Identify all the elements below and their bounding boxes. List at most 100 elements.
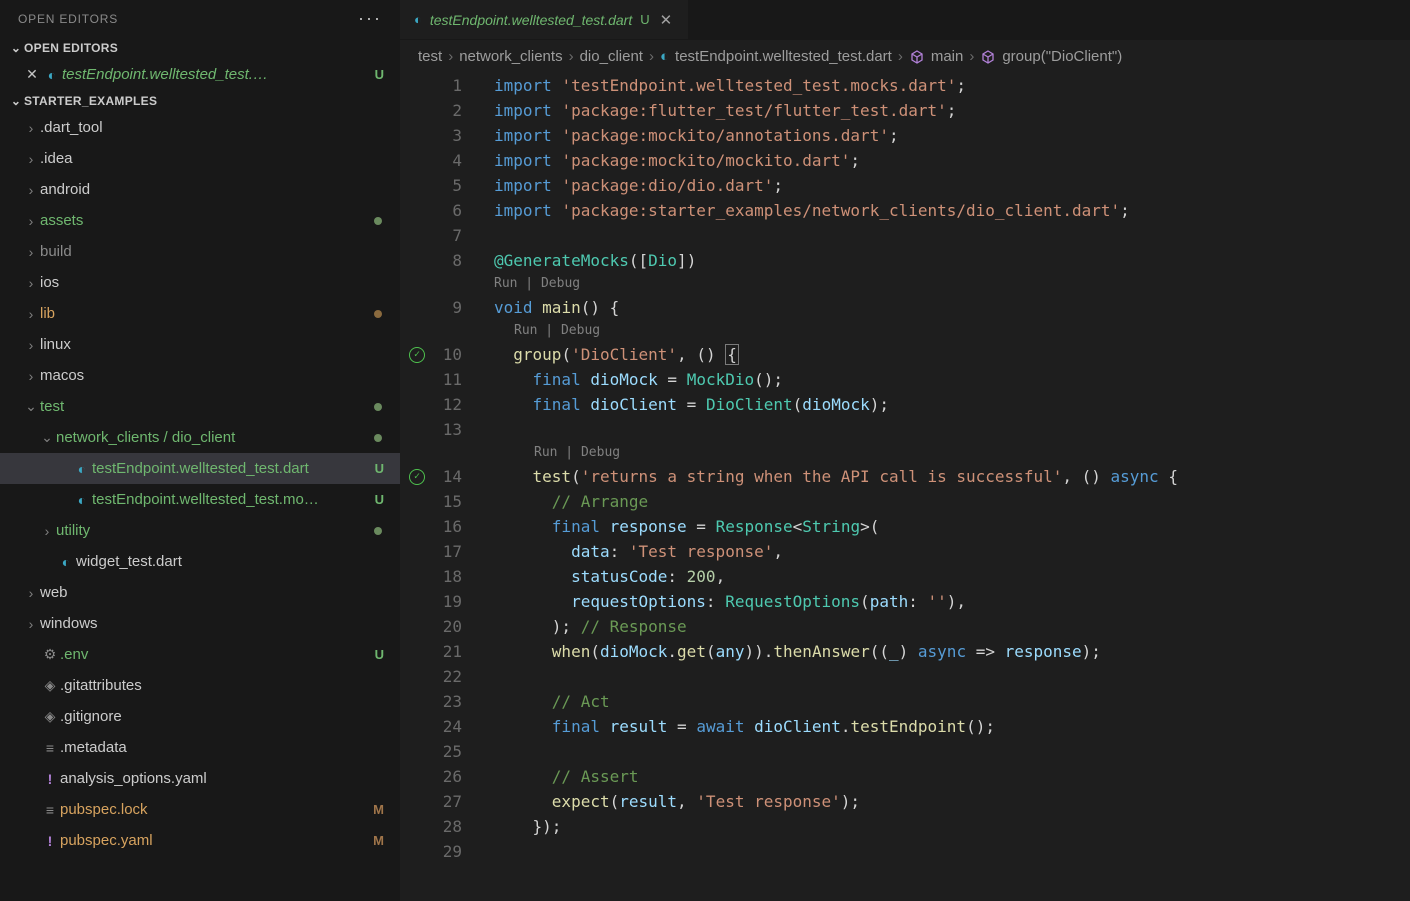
- breadcrumb-item[interactable]: network_clients: [459, 48, 562, 65]
- code-editor[interactable]: ✓✓ 1234567891011121314151617181920212223…: [400, 73, 1410, 901]
- file-item[interactable]: ≡pubspec.lockM: [0, 794, 400, 825]
- line-number[interactable]: 11: [434, 367, 462, 392]
- code-line[interactable]: test('returns a string when the API call…: [494, 464, 1410, 489]
- line-number[interactable]: 13: [434, 417, 462, 442]
- folder-item[interactable]: ›macos: [0, 360, 400, 391]
- folder-item[interactable]: ›linux: [0, 329, 400, 360]
- line-number[interactable]: 19: [434, 589, 462, 614]
- codelens[interactable]: Run | Debug: [494, 320, 1410, 342]
- folder-item[interactable]: ›.idea: [0, 143, 400, 174]
- close-icon[interactable]: ✕: [22, 66, 42, 83]
- folder-item[interactable]: ›windows: [0, 608, 400, 639]
- line-number[interactable]: 4: [434, 148, 462, 173]
- tab-active[interactable]: ◐ testEndpoint.welltested_test.dart U ✕: [400, 0, 688, 39]
- code-line[interactable]: final response = Response<String>(: [494, 514, 1410, 539]
- breadcrumb-item[interactable]: dio_client: [580, 48, 643, 65]
- code-line[interactable]: final dioMock = MockDio();: [494, 367, 1410, 392]
- code-line[interactable]: @GenerateMocks([Dio]): [494, 248, 1410, 273]
- breadcrumb[interactable]: test›network_clients›dio_client›◐testEnd…: [400, 40, 1410, 73]
- code-line[interactable]: [494, 664, 1410, 689]
- folder-item[interactable]: ›android: [0, 174, 400, 205]
- code-content[interactable]: import 'testEndpoint.welltested_test.moc…: [474, 73, 1410, 901]
- line-number[interactable]: 6: [434, 198, 462, 223]
- more-icon[interactable]: ···: [358, 8, 382, 29]
- breadcrumb-item[interactable]: ◐testEndpoint.welltested_test.dart: [660, 48, 892, 65]
- line-number[interactable]: 2: [434, 98, 462, 123]
- code-line[interactable]: // Act: [494, 689, 1410, 714]
- folder-item[interactable]: ›ios: [0, 267, 400, 298]
- line-number[interactable]: 17: [434, 539, 462, 564]
- codelens[interactable]: Run | Debug: [494, 273, 1410, 295]
- folder-item[interactable]: ⌄test: [0, 391, 400, 422]
- line-number[interactable]: 16: [434, 514, 462, 539]
- project-section-header[interactable]: ⌄ STARTER_EXAMPLES: [0, 90, 400, 112]
- file-item[interactable]: ◐testEndpoint.welltested_test.mo…U: [0, 484, 400, 515]
- breadcrumb-item[interactable]: main: [909, 48, 964, 65]
- line-number[interactable]: 25: [434, 739, 462, 764]
- line-number[interactable]: 28: [434, 814, 462, 839]
- code-line[interactable]: [494, 839, 1410, 864]
- line-number[interactable]: 12: [434, 392, 462, 417]
- folder-item[interactable]: ›build: [0, 236, 400, 267]
- code-line[interactable]: import 'package:mockito/mockito.dart';: [494, 148, 1410, 173]
- folder-item[interactable]: ›assets: [0, 205, 400, 236]
- file-item[interactable]: ◈.gitignore: [0, 701, 400, 732]
- code-line[interactable]: import 'package:mockito/annotations.dart…: [494, 123, 1410, 148]
- code-line[interactable]: import 'testEndpoint.welltested_test.moc…: [494, 73, 1410, 98]
- code-line[interactable]: expect(result, 'Test response');: [494, 789, 1410, 814]
- code-line[interactable]: // Assert: [494, 764, 1410, 789]
- test-pass-icon[interactable]: ✓: [409, 469, 425, 485]
- line-number[interactable]: 10: [434, 342, 462, 367]
- close-icon[interactable]: ✕: [658, 11, 675, 29]
- file-item[interactable]: ◐widget_test.dart: [0, 546, 400, 577]
- code-line[interactable]: import 'package:starter_examples/network…: [494, 198, 1410, 223]
- folder-item[interactable]: ›.dart_tool: [0, 112, 400, 143]
- line-number[interactable]: 1: [434, 73, 462, 98]
- folder-item[interactable]: ›utility: [0, 515, 400, 546]
- line-number[interactable]: 27: [434, 789, 462, 814]
- code-line[interactable]: requestOptions: RequestOptions(path: '')…: [494, 589, 1410, 614]
- file-item[interactable]: !pubspec.yamlM: [0, 825, 400, 856]
- file-item[interactable]: !analysis_options.yaml: [0, 763, 400, 794]
- line-number[interactable]: 23: [434, 689, 462, 714]
- line-number[interactable]: 7: [434, 223, 462, 248]
- folder-item[interactable]: ›web: [0, 577, 400, 608]
- line-number[interactable]: 3: [434, 123, 462, 148]
- file-item[interactable]: ◈.gitattributes: [0, 670, 400, 701]
- line-number[interactable]: 24: [434, 714, 462, 739]
- open-editor-item[interactable]: ✕ ◐ testEndpoint.welltested_test.… U: [0, 59, 400, 90]
- open-editors-section-header[interactable]: ⌄ OPEN EDITORS: [0, 37, 400, 59]
- code-line[interactable]: import 'package:dio/dio.dart';: [494, 173, 1410, 198]
- line-number[interactable]: 22: [434, 664, 462, 689]
- code-line[interactable]: final result = await dioClient.testEndpo…: [494, 714, 1410, 739]
- line-number[interactable]: 20: [434, 614, 462, 639]
- breadcrumb-item[interactable]: group("DioClient"): [980, 48, 1122, 65]
- code-line[interactable]: group('DioClient', () {: [494, 342, 1410, 367]
- file-item[interactable]: ≡.metadata: [0, 732, 400, 763]
- test-pass-icon[interactable]: ✓: [409, 347, 425, 363]
- code-line[interactable]: });: [494, 814, 1410, 839]
- code-line[interactable]: [494, 223, 1410, 248]
- breadcrumb-item[interactable]: test: [418, 48, 442, 65]
- line-number[interactable]: 18: [434, 564, 462, 589]
- code-line[interactable]: ); // Response: [494, 614, 1410, 639]
- line-number[interactable]: 9: [434, 295, 462, 320]
- line-number[interactable]: 21: [434, 639, 462, 664]
- code-line[interactable]: // Arrange: [494, 489, 1410, 514]
- code-line[interactable]: [494, 417, 1410, 442]
- code-line[interactable]: data: 'Test response',: [494, 539, 1410, 564]
- line-number[interactable]: 14: [434, 464, 462, 489]
- folder-item[interactable]: ›lib: [0, 298, 400, 329]
- code-line[interactable]: [494, 739, 1410, 764]
- code-line[interactable]: when(dioMock.get(any)).thenAnswer((_) as…: [494, 639, 1410, 664]
- code-line[interactable]: import 'package:flutter_test/flutter_tes…: [494, 98, 1410, 123]
- folder-item[interactable]: ⌄network_clients / dio_client: [0, 422, 400, 453]
- line-number[interactable]: 15: [434, 489, 462, 514]
- line-number[interactable]: 5: [434, 173, 462, 198]
- file-item[interactable]: ◐testEndpoint.welltested_test.dartU: [0, 453, 400, 484]
- line-number[interactable]: 8: [434, 248, 462, 273]
- line-number[interactable]: 29: [434, 839, 462, 864]
- codelens[interactable]: Run | Debug: [494, 442, 1410, 464]
- line-number[interactable]: 26: [434, 764, 462, 789]
- file-item[interactable]: ⚙.envU: [0, 639, 400, 670]
